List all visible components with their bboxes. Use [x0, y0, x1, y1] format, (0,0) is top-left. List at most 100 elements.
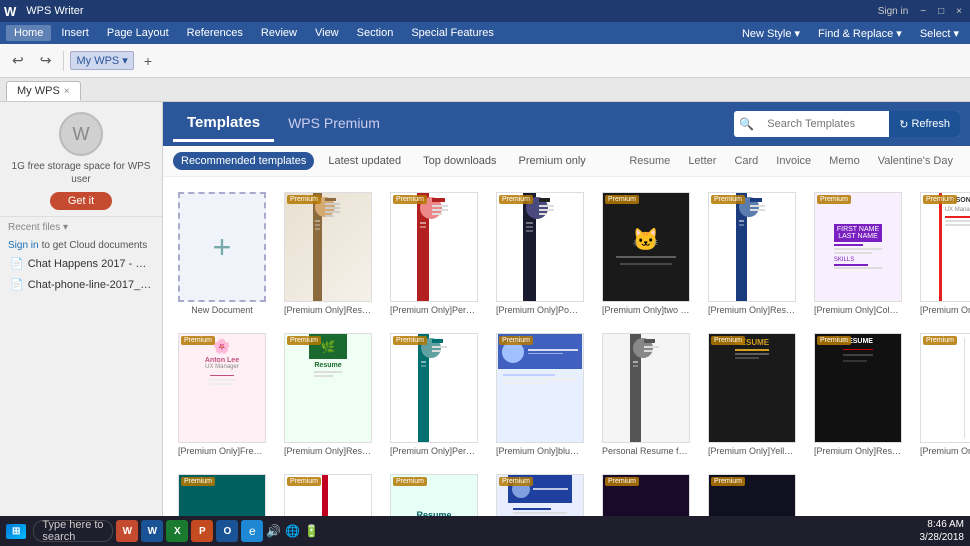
tab-close-btn[interactable]: ×: [64, 86, 70, 97]
premium-badge-20: Premium: [393, 477, 427, 486]
template-thumb-2: Premium: [390, 192, 478, 302]
new-doc-card[interactable]: + New Document: [173, 187, 271, 320]
app-title: WPS Writer: [26, 5, 83, 17]
tab-mywps[interactable]: My WPS ×: [6, 81, 81, 101]
menu-special[interactable]: Special Features: [403, 25, 502, 41]
taskbar-search[interactable]: Type here to search: [33, 520, 113, 542]
template-card-9[interactable]: Premium 🌸 Anton Lee UX Manager [Premium …: [173, 328, 271, 461]
premium-badge-2: Premium: [393, 195, 427, 204]
type-valentine[interactable]: Valentine's Day: [871, 152, 960, 170]
redo-btn[interactable]: ↪: [34, 49, 58, 72]
taskbar-word[interactable]: W: [141, 520, 163, 542]
refresh-button[interactable]: ↻ Refresh: [889, 111, 960, 137]
type-invoice[interactable]: Invoice: [769, 152, 818, 170]
premium-badge-14: Premium: [711, 336, 745, 345]
tab-wps-premium[interactable]: WPS Premium: [274, 107, 394, 142]
new-style-btn[interactable]: New Style ▾: [737, 25, 805, 42]
taskbar-edge[interactable]: e: [241, 520, 263, 542]
search-input[interactable]: [759, 116, 889, 132]
select-btn[interactable]: Select ▾: [915, 25, 964, 42]
template-card-13[interactable]: Personal Resume for jobs: [597, 328, 695, 461]
template-card-14[interactable]: Premium RESUME [Premium Only]Yellow and.…: [703, 328, 801, 461]
tray-sound[interactable]: 🔊: [266, 524, 281, 538]
menu-review[interactable]: Review: [253, 25, 305, 41]
template-thumb-6: Premium FIRST NAMELAST NAME SKILLS: [814, 192, 902, 302]
template-card-22[interactable]: Premium [Premium Only]: [597, 469, 695, 516]
type-card[interactable]: Card: [727, 152, 765, 170]
minimize-button[interactable]: −: [916, 5, 930, 18]
template-card-15[interactable]: Premium RESUME [Premium Only]Resume: [809, 328, 907, 461]
system-tray: 🔊 🌐 🔋: [266, 524, 319, 538]
template-thumb-1: Premium: [284, 192, 372, 302]
template-card-18[interactable]: Premium [Premium Only]: [173, 469, 271, 516]
clock-time: 8:46 AM: [920, 518, 965, 531]
maximize-button[interactable]: □: [934, 5, 948, 18]
filter-premium[interactable]: Premium only: [511, 152, 594, 170]
template-card-12[interactable]: Premium: [491, 328, 589, 461]
tray-network[interactable]: 🌐: [285, 524, 300, 538]
menu-insert[interactable]: Insert: [53, 25, 97, 41]
template-card-4[interactable]: Premium 🐱 [Premium Only]two cats let...: [597, 187, 695, 320]
template-card-5[interactable]: Premium: [703, 187, 801, 320]
type-memo[interactable]: Memo: [822, 152, 867, 170]
template-card-7[interactable]: Premium MASON LEE UX Manager: [915, 187, 970, 320]
template-thumb-14: Premium RESUME: [708, 333, 796, 443]
template-card-23[interactable]: Premium [Premium Only]: [703, 469, 801, 516]
template-card-21[interactable]: Premium [Premium Only]: [491, 469, 589, 516]
template-label-1: [Premium Only]Resume for...: [284, 305, 372, 315]
menu-home[interactable]: Home: [6, 25, 51, 41]
tab-templates[interactable]: Templates: [173, 106, 274, 142]
template-card-10[interactable]: Premium 🌿 Resume [Premium Only]Resume wi…: [279, 328, 377, 461]
menu-references[interactable]: References: [179, 25, 251, 41]
type-filter-group: Resume Letter Card Invoice Memo Valentin…: [622, 152, 960, 170]
template-card-3[interactable]: Premium: [491, 187, 589, 320]
template-label-3: [Premium Only]Powerful Re...: [496, 305, 584, 315]
undo-btn[interactable]: ↩: [6, 49, 30, 72]
app-icon: W: [4, 4, 16, 19]
type-letter[interactable]: Letter: [681, 152, 723, 170]
premium-badge-5: Premium: [711, 195, 745, 204]
recent-item-2[interactable]: 📄 Chat-phone-line-2017_vp_rb.docx: [0, 274, 162, 295]
template-card-1[interactable]: Premium: [279, 187, 377, 320]
templates-grid-wrapper: + New Document Premium: [163, 177, 970, 516]
filter-recommended[interactable]: Recommended templates: [173, 152, 314, 170]
signin-link[interactable]: Sign in: [8, 240, 39, 251]
menu-view[interactable]: View: [307, 25, 347, 41]
template-card-19[interactable]: Premium [Premium Only]: [279, 469, 377, 516]
template-label-11: [Premium Only]Personal Re...: [390, 446, 478, 456]
clock-date: 3/28/2018: [920, 531, 965, 544]
search-bar: 🔍 ↻ Refresh: [734, 111, 960, 137]
menu-pagelayout[interactable]: Page Layout: [99, 25, 177, 41]
close-button[interactable]: ×: [952, 5, 966, 18]
taskbar-excel[interactable]: X: [166, 520, 188, 542]
sidebar-profile: W 1G free storage space for WPS user Get…: [0, 102, 162, 217]
premium-badge-11: Premium: [393, 336, 427, 345]
tray-battery[interactable]: 🔋: [304, 524, 319, 538]
template-thumb-13: [602, 333, 690, 443]
start-button[interactable]: ⊞: [6, 524, 26, 539]
get-it-button[interactable]: Get it: [50, 192, 112, 210]
taskbar-ppt[interactable]: P: [191, 520, 213, 542]
filter-latest[interactable]: Latest updated: [320, 152, 409, 170]
type-resume[interactable]: Resume: [622, 152, 677, 170]
premium-badge-12: Premium: [499, 336, 533, 345]
taskbar-wps[interactable]: W: [116, 520, 138, 542]
premium-badge-1: Premium: [287, 195, 321, 204]
template-label-12: [Premium Only]blue pink l...: [496, 446, 584, 456]
mywps-btn[interactable]: My WPS ▾: [70, 51, 133, 70]
new-doc-label: New Document: [191, 305, 253, 315]
taskbar-outlook[interactable]: O: [216, 520, 238, 542]
template-card-11[interactable]: Premium: [385, 328, 483, 461]
menu-section[interactable]: Section: [349, 25, 402, 41]
template-card-6[interactable]: Premium FIRST NAMELAST NAME SKILLS [Prem…: [809, 187, 907, 320]
find-replace-btn[interactable]: Find & Replace ▾: [813, 25, 907, 42]
signin-button[interactable]: Sign in: [874, 5, 913, 18]
filter-top[interactable]: Top downloads: [415, 152, 504, 170]
title-bar: W WPS Writer Sign in − □ ×: [0, 0, 970, 22]
recent-item-1[interactable]: 📄 Chat Happens 2017 - updates.io: [0, 253, 162, 274]
template-card-2[interactable]: Premium: [385, 187, 483, 320]
template-card-16[interactable]: Premium: [915, 328, 970, 461]
premium-badge-4: Premium: [605, 195, 639, 204]
add-tab-btn[interactable]: +: [138, 50, 158, 72]
template-card-20[interactable]: Premium Resume 🦋 [Premium Only]: [385, 469, 483, 516]
